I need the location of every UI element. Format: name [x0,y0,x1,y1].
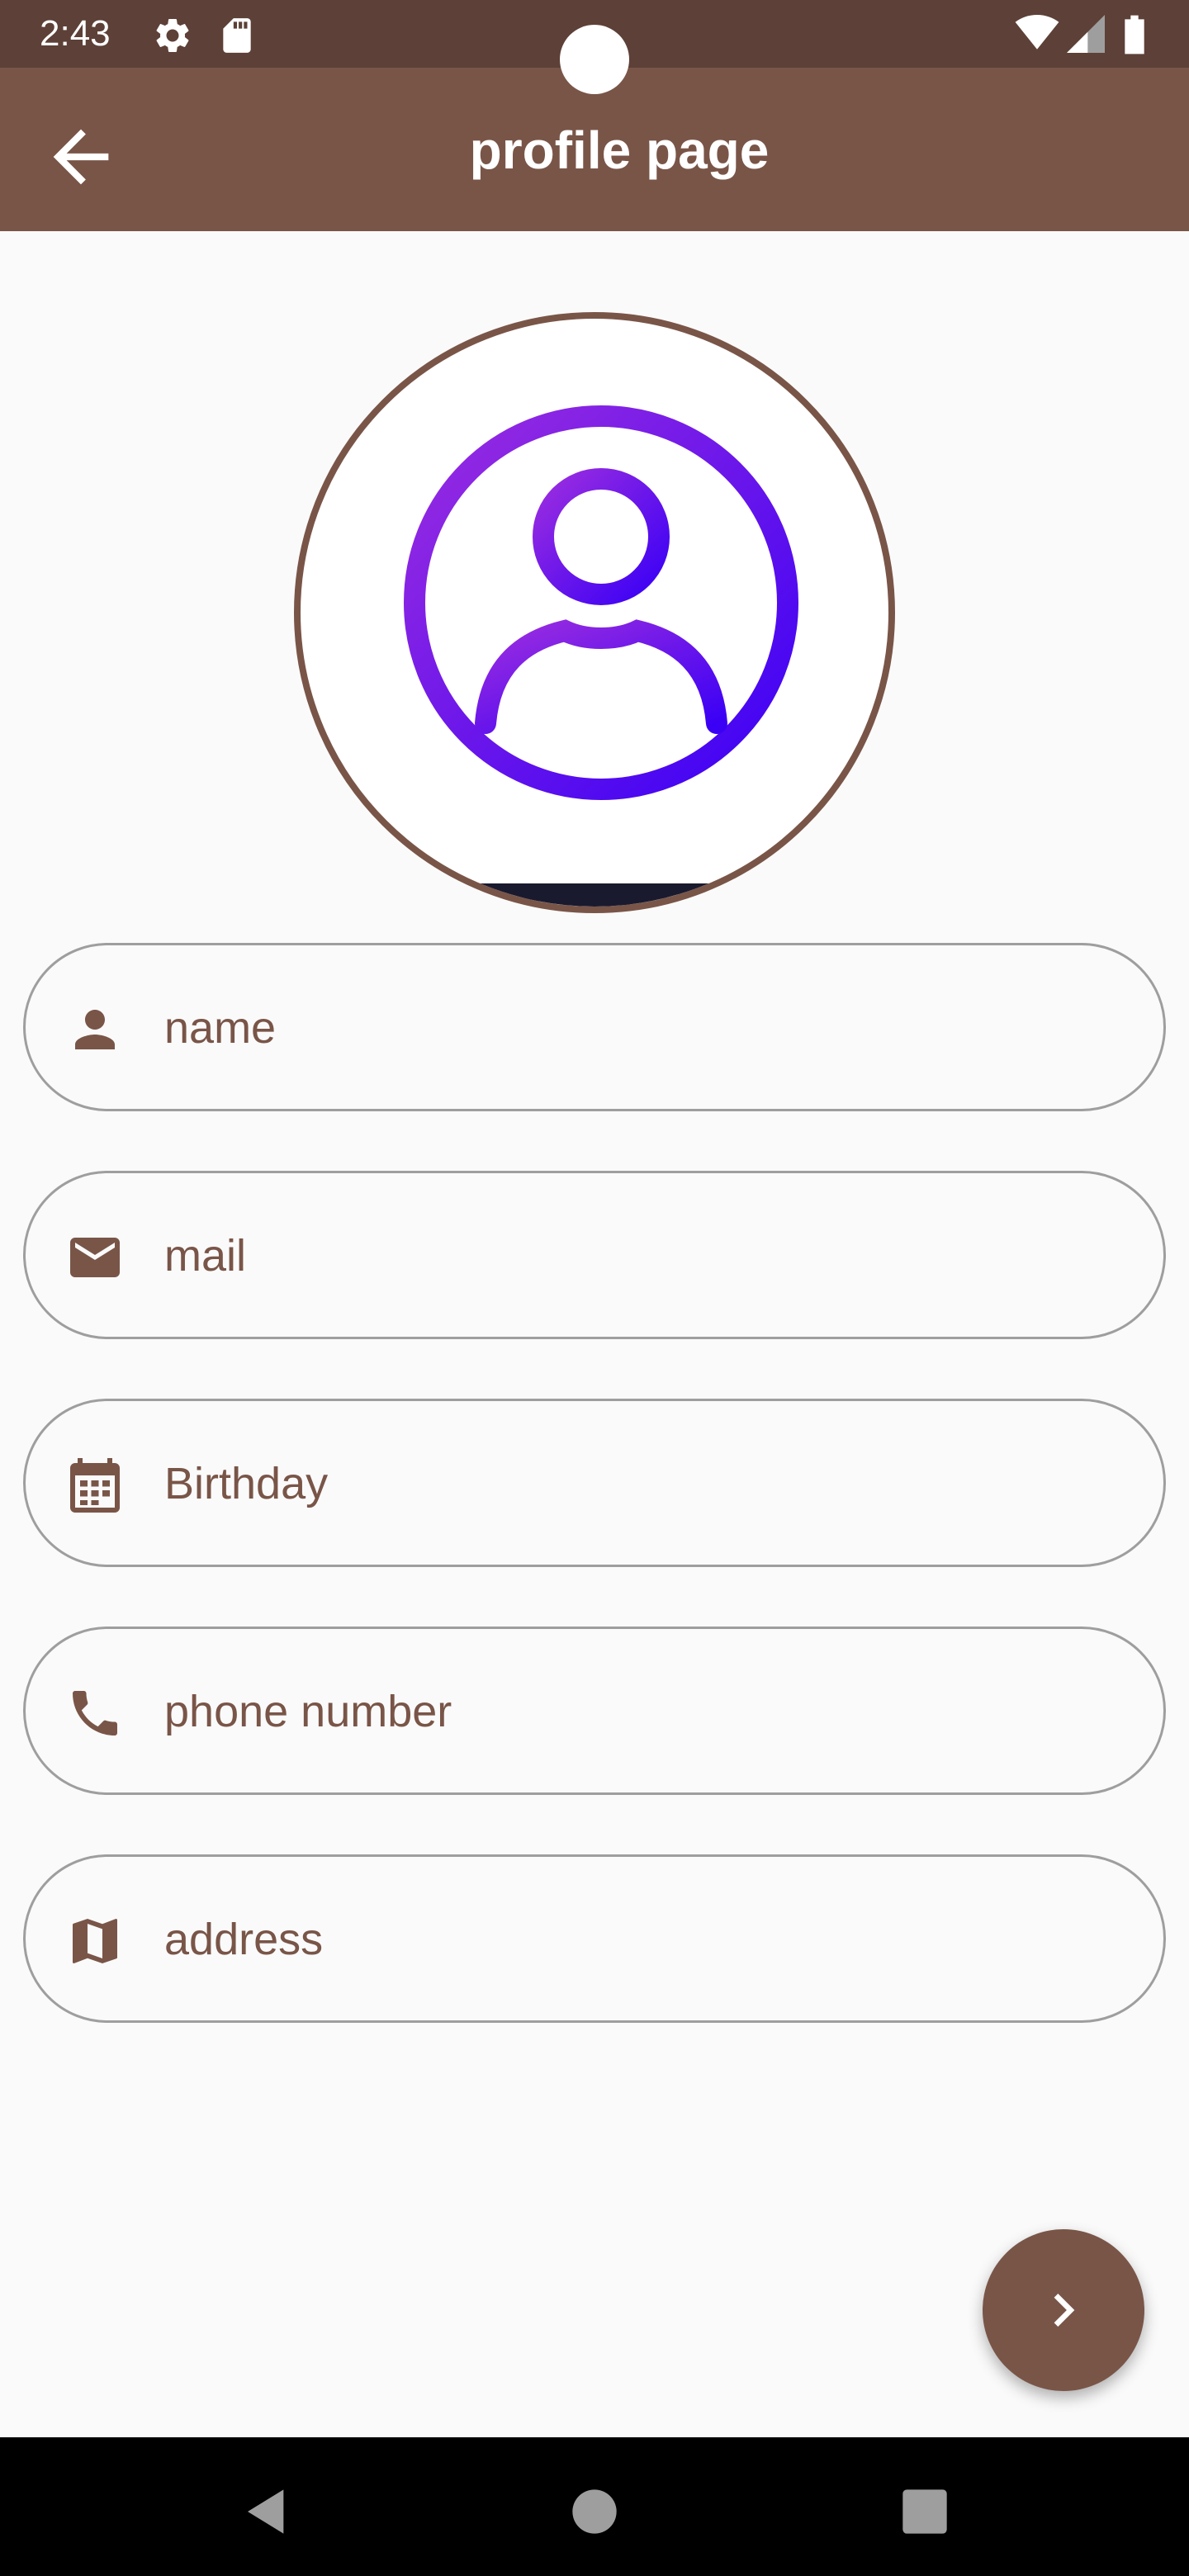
calendar-icon [70,1458,120,1513]
status-time: 2:43 [40,13,111,54]
battery-icon [1123,15,1146,59]
nav-home-icon[interactable] [561,2479,628,2545]
sd-card-icon [218,15,256,60]
wifi-icon [1014,15,1060,55]
birthday-field[interactable] [23,1399,1166,1567]
page-title: profile page [469,121,770,180]
gear-icon [152,15,193,60]
next-button[interactable] [983,2229,1144,2391]
nav-back-icon[interactable] [231,2479,297,2545]
mail-icon [70,1238,120,1277]
name-input[interactable] [163,945,1116,1110]
phone-input[interactable] [163,1629,1116,1794]
mail-input[interactable] [163,1173,1116,1338]
avatar[interactable] [294,312,895,913]
user-circle-icon [404,405,798,800]
address-field[interactable] [23,1854,1166,2023]
address-input[interactable] [163,1857,1116,2022]
name-field[interactable] [23,943,1166,1111]
map-icon [73,1919,117,1963]
navigation-bar [0,2437,1189,2576]
camera-cutout [560,25,629,94]
phone-field[interactable] [23,1627,1166,1795]
mail-field[interactable] [23,1171,1166,1339]
birthday-input[interactable] [163,1401,1116,1566]
avatar-image-strip [301,883,888,907]
person-icon [75,1010,115,1049]
nav-recents-icon[interactable] [892,2479,958,2545]
chevron-right-icon [1054,2294,1075,2327]
phone-icon [73,1691,117,1735]
signal-icon [1067,15,1105,57]
